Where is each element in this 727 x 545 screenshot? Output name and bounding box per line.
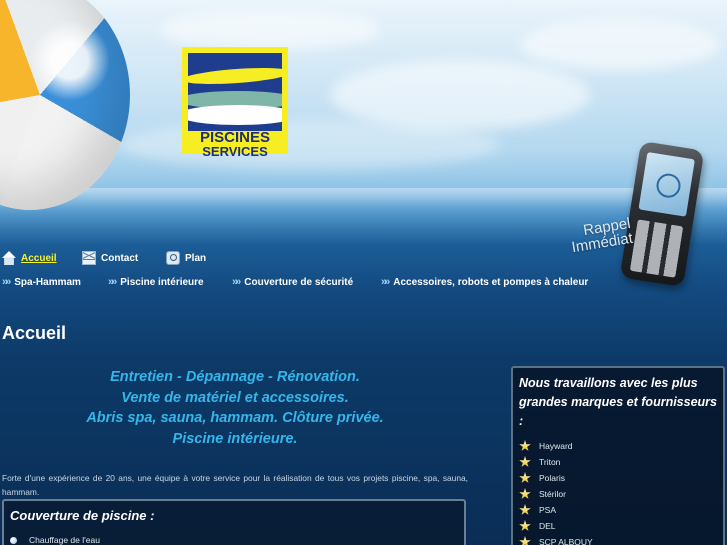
intro-paragraph: Forte d'une expérience de 20 ans, une éq… (2, 473, 468, 498)
services-tagline: Entretien - Dépannage - Rénovation. Vent… (0, 367, 470, 449)
page-background: PISCINES SERVICES Rappel Immédiat Accuei… (0, 0, 727, 545)
site-logo[interactable]: PISCINES SERVICES (182, 47, 288, 159)
home-icon (2, 251, 16, 265)
panel-title: Nous travaillons avec les plus grandes m… (519, 376, 717, 428)
list-item-label: Chauffage de l'eau (29, 535, 100, 545)
star-icon (519, 536, 531, 545)
tagline-line: Abris spa, sauna, hammam. Clôture privée… (86, 410, 384, 426)
logo-line1: PISCINES (199, 129, 271, 146)
sky-cloud (120, 120, 500, 170)
tagline-line: Entretien - Dépannage - Rénovation. (110, 369, 360, 385)
brands-panel: Nous travaillons avec les plus grandes m… (511, 366, 725, 545)
nav-label: Spa-Hammam (14, 276, 81, 288)
star-icon (519, 488, 531, 499)
list-item: Polaris (519, 470, 593, 486)
star-icon (519, 456, 531, 467)
mobile-phone-icon (619, 140, 705, 288)
double-chevron-icon: »» (2, 276, 11, 288)
nav-item-plan[interactable]: Plan (166, 250, 206, 266)
star-icon (519, 440, 531, 451)
brand-name: Triton (539, 457, 561, 467)
double-chevron-icon: »» (232, 276, 241, 288)
sky-cloud (160, 10, 380, 50)
list-item: PSA (519, 502, 593, 518)
list-item: Triton (519, 454, 593, 470)
tagline-line: Vente de matériel et accessoires. (121, 389, 349, 406)
list-item: Hayward (519, 438, 593, 454)
tagline-line: Piscine intérieure. (172, 430, 298, 447)
beach-ball-image (0, 0, 130, 210)
list-item: DEL (519, 518, 593, 534)
sitemap-icon (166, 251, 180, 265)
logo-waves-icon (188, 53, 282, 131)
nav-item-spa-hammam[interactable]: »» Spa-Hammam (2, 274, 81, 290)
double-chevron-icon: »» (381, 276, 390, 288)
brand-name: Hayward (539, 441, 573, 451)
mail-icon (82, 251, 96, 265)
nav-item-contact[interactable]: Contact (82, 250, 138, 266)
star-icon (519, 520, 531, 531)
logo-text: PISCINES SERVICES (182, 129, 288, 159)
nav-item-piscine-interieure[interactable]: »» Piscine intérieure (108, 274, 204, 290)
nav-item-accueil[interactable]: Accueil (2, 250, 57, 266)
page-title: Accueil (2, 323, 67, 343)
nav-label: Accueil (21, 252, 57, 264)
nav-label: Piscine intérieure (120, 276, 204, 288)
nav-label: Couverture de sécurité (244, 276, 354, 288)
list-item: Stérilor (519, 486, 593, 502)
sky-cloud (520, 20, 720, 70)
logo-line2: SERVICES (202, 144, 268, 159)
brand-list: Hayward Triton Polaris Stérilor PSA DEL … (519, 438, 593, 545)
panel-title: Couverture de piscine : (10, 508, 155, 523)
list-item: SCP ALBOUY (519, 534, 593, 545)
sky-cloud (330, 60, 590, 130)
nav-label: Plan (185, 252, 207, 264)
nav-label: Accessoires, robots et pompes à chaleur (393, 276, 589, 288)
brand-name: Polaris (539, 473, 565, 483)
brand-name: Stérilor (539, 489, 566, 499)
nav-item-couverture-securite[interactable]: »» Couverture de sécurité (232, 274, 353, 290)
brand-name: SCP ALBOUY (539, 537, 593, 545)
star-icon (519, 472, 531, 483)
brand-name: DEL (539, 521, 556, 531)
list-item[interactable]: Chauffage de l'eau (10, 535, 100, 545)
double-chevron-icon: »» (108, 276, 117, 288)
bullet-icon (10, 536, 17, 544)
nav-label: Contact (101, 252, 139, 264)
nav-item-accessoires[interactable]: »» Accessoires, robots et pompes à chale… (381, 274, 588, 290)
pool-cover-panel: Couverture de piscine : Chauffage de l'e… (2, 499, 466, 545)
brand-name: PSA (539, 505, 557, 515)
star-icon (519, 504, 531, 515)
